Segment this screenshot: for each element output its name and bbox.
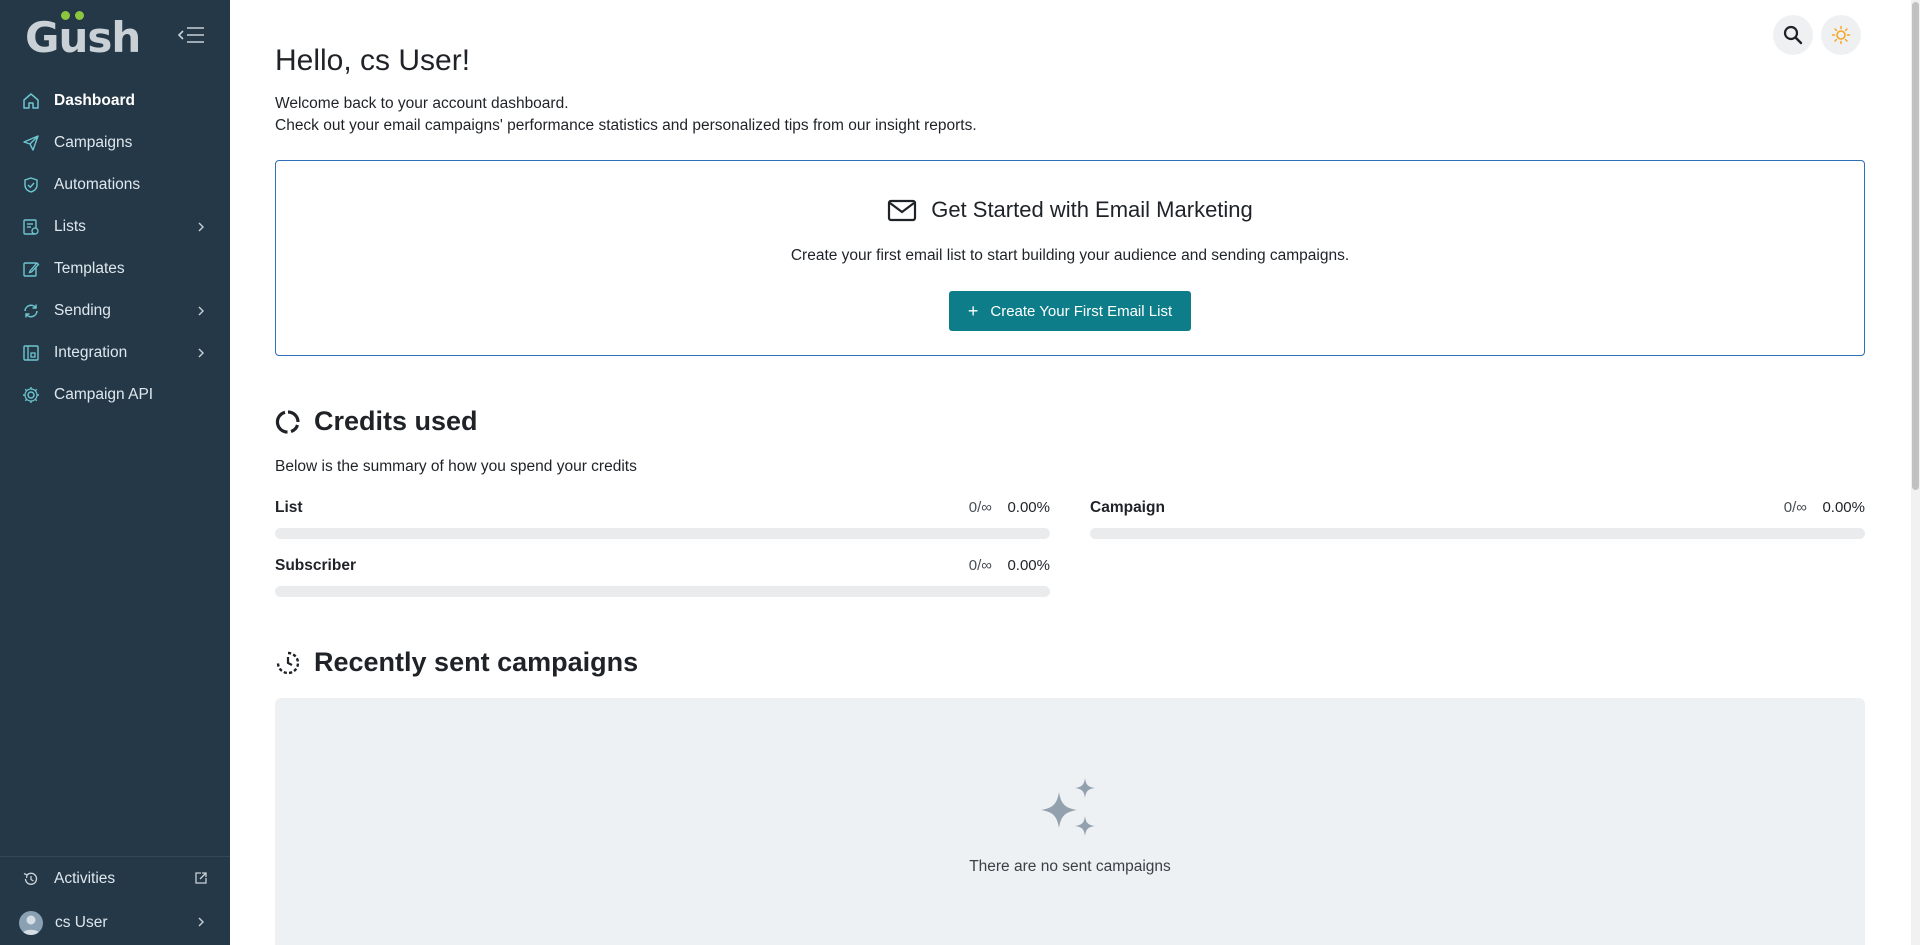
sidebar-item-label: Templates [54,260,125,277]
donut-chart-icon [275,409,300,434]
user-menu[interactable]: cs User [0,901,230,945]
credit-progress-bar [275,528,1050,539]
plus-icon: + [967,300,979,321]
list-icon [21,217,41,237]
create-first-list-button[interactable]: + Create Your First Email List [949,291,1191,331]
sidebar-bottom: Activities cs User [0,856,230,945]
theme-toggle-button[interactable] [1821,15,1861,55]
welcome-line: Check out your email campaigns' performa… [275,117,977,134]
credit-list: List 0/∞ 0.00% [275,499,1050,549]
sparkles-icon [1041,778,1095,836]
avatar [19,911,43,935]
credit-label: List [275,499,303,516]
api-gear-icon [21,385,41,405]
get-started-description: Create your first email list to start bu… [790,247,1350,264]
gush-logo[interactable]: Gu sh [25,10,141,62]
sidebar-item-label: Dashboard [54,92,135,109]
welcome-line: Welcome back to your account dashboard. [275,95,569,112]
sidebar-item-campaign-api[interactable]: Campaign API [0,374,230,416]
sidebar-item-activities[interactable]: Activities [0,857,230,901]
credit-campaign: Campaign 0/∞ 0.00% [1090,499,1865,549]
integration-icon [21,343,41,363]
collapse-sidebar-button[interactable] [176,24,206,46]
credits-title: Credits used [314,406,478,436]
credit-count: 0/∞ [968,557,992,574]
user-name: cs User [55,914,108,931]
logo-row: Gu sh [0,0,230,74]
sidebar-nav: Dashboard Campaigns Automations Lists Te… [0,74,230,416]
clock-history-icon [276,651,300,674]
sidebar: Gu sh Dashboard Campaigns Automations Li… [0,0,230,945]
sidebar-item-automations[interactable]: Automations [0,164,230,206]
recent-campaigns-heading: Recently sent campaigns [275,647,638,678]
get-started-heading: Get Started with Email Marketing [276,197,1864,223]
page-scrollbar[interactable] [1911,0,1920,945]
search-icon [1783,25,1803,45]
credit-subscriber: Subscriber 0/∞ 0.00% [275,557,1050,607]
sidebar-item-campaigns[interactable]: Campaigns [0,122,230,164]
shield-check-icon [21,175,41,195]
user-icon [22,915,40,935]
credit-percent: 0.00% [1007,499,1050,516]
history-icon [21,869,41,889]
menu-collapse-icon [177,27,204,43]
sun-icon [1831,25,1851,45]
credit-progress-bar [275,586,1050,597]
recent-campaigns-title: Recently sent campaigns [314,647,639,677]
credits-description: Below is the summary of how you spend yo… [275,458,637,475]
external-link-icon [195,872,207,884]
credit-percent: 0.00% [1007,557,1050,574]
sidebar-item-label: Automations [54,176,141,193]
sidebar-item-dashboard[interactable]: Dashboard [0,80,230,122]
page-title: Hello, cs User! [275,44,471,77]
credit-label: Campaign [1090,499,1165,516]
sidebar-item-lists[interactable]: Lists [0,206,230,248]
credit-percent: 0.00% [1822,499,1865,516]
sidebar-item-integration[interactable]: Integration [0,332,230,374]
credit-count: 0/∞ [968,499,992,516]
sidebar-item-label: Campaign API [54,386,154,403]
sidebar-item-label: Lists [54,218,86,235]
envelope-icon [888,199,917,222]
empty-state-message: There are no sent campaigns [969,858,1171,875]
welcome-text: Welcome back to your account dashboard. … [275,93,977,137]
home-icon [21,91,41,111]
sync-icon [21,301,41,321]
sidebar-item-sending[interactable]: Sending [0,290,230,332]
credit-count: 0/∞ [1783,499,1807,516]
sidebar-item-label: Sending [54,302,111,319]
paper-plane-icon [21,133,41,153]
chevron-right-icon [198,306,204,316]
edit-icon [21,259,41,279]
recent-campaigns-empty-state: There are no sent campaigns [275,698,1865,945]
chevron-right-icon [198,917,204,927]
get-started-card: Get Started with Email Marketing Create … [275,160,1865,356]
scrollbar-thumb[interactable] [1912,2,1919,490]
chevron-right-icon [198,348,204,358]
get-started-title: Get Started with Email Marketing [931,197,1253,222]
sidebar-item-label: Integration [54,344,128,361]
sidebar-item-label: Campaigns [54,134,133,151]
credits-heading: Credits used [275,406,478,437]
chevron-right-icon [198,222,204,232]
search-button[interactable] [1773,15,1813,55]
credit-label: Subscriber [275,557,356,574]
sidebar-item-label: Activities [54,870,116,887]
credit-progress-bar [1090,528,1865,539]
sidebar-item-templates[interactable]: Templates [0,248,230,290]
create-first-list-label: Create Your First Email List [990,302,1173,320]
